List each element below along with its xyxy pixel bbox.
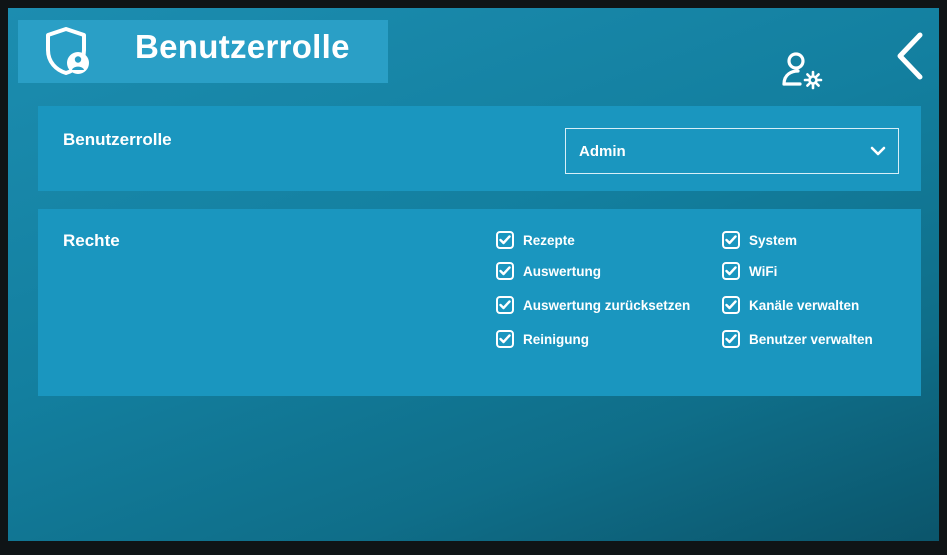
checkbox-checked-icon [722, 262, 740, 280]
permission-label: System [749, 232, 798, 248]
permission-label: Auswertung [523, 263, 602, 279]
shield-user-icon [46, 27, 89, 75]
checkbox-checked-icon [722, 231, 740, 249]
checkbox-checked-icon [722, 296, 740, 314]
permission-label: Kanäle verwalten [749, 297, 860, 313]
rights-label: Rechte [63, 231, 120, 250]
touch-screen: Benutzerrolle Benutzerrolle Admin Rechte… [8, 8, 939, 541]
permission-label: Reinigung [523, 331, 589, 347]
checkbox-checked-icon [496, 330, 514, 348]
permission-system[interactable]: System [722, 229, 797, 251]
back-chevron-icon[interactable] [892, 30, 928, 82]
permission-auswertung-zuruecksetzen[interactable]: Auswertung zurücksetzen [496, 294, 690, 316]
permission-rezepte[interactable]: Rezepte [496, 229, 575, 251]
role-select[interactable]: Admin [565, 128, 899, 174]
permission-auswertung[interactable]: Auswertung [496, 260, 601, 282]
checkbox-checked-icon [496, 262, 514, 280]
checkbox-checked-icon [722, 330, 740, 348]
permission-label: Auswertung zurücksetzen [523, 297, 691, 313]
role-label: Benutzerrolle [63, 130, 172, 149]
user-settings-icon[interactable] [780, 50, 826, 92]
permission-kanaele-verwalten[interactable]: Kanäle verwalten [722, 294, 859, 316]
permission-label: WiFi [749, 263, 778, 279]
chevron-down-icon [870, 146, 886, 156]
checkbox-checked-icon [496, 231, 514, 249]
permission-wifi[interactable]: WiFi [722, 260, 777, 282]
permission-benutzer-verwalten[interactable]: Benutzer verwalten [722, 328, 873, 350]
permission-label: Benutzer verwalten [749, 331, 873, 347]
permission-reinigung[interactable]: Reinigung [496, 328, 589, 350]
role-select-value: Admin [579, 143, 626, 160]
permission-label: Rezepte [523, 232, 575, 248]
checkbox-checked-icon [496, 296, 514, 314]
page-title: Benutzerrolle [135, 28, 350, 65]
